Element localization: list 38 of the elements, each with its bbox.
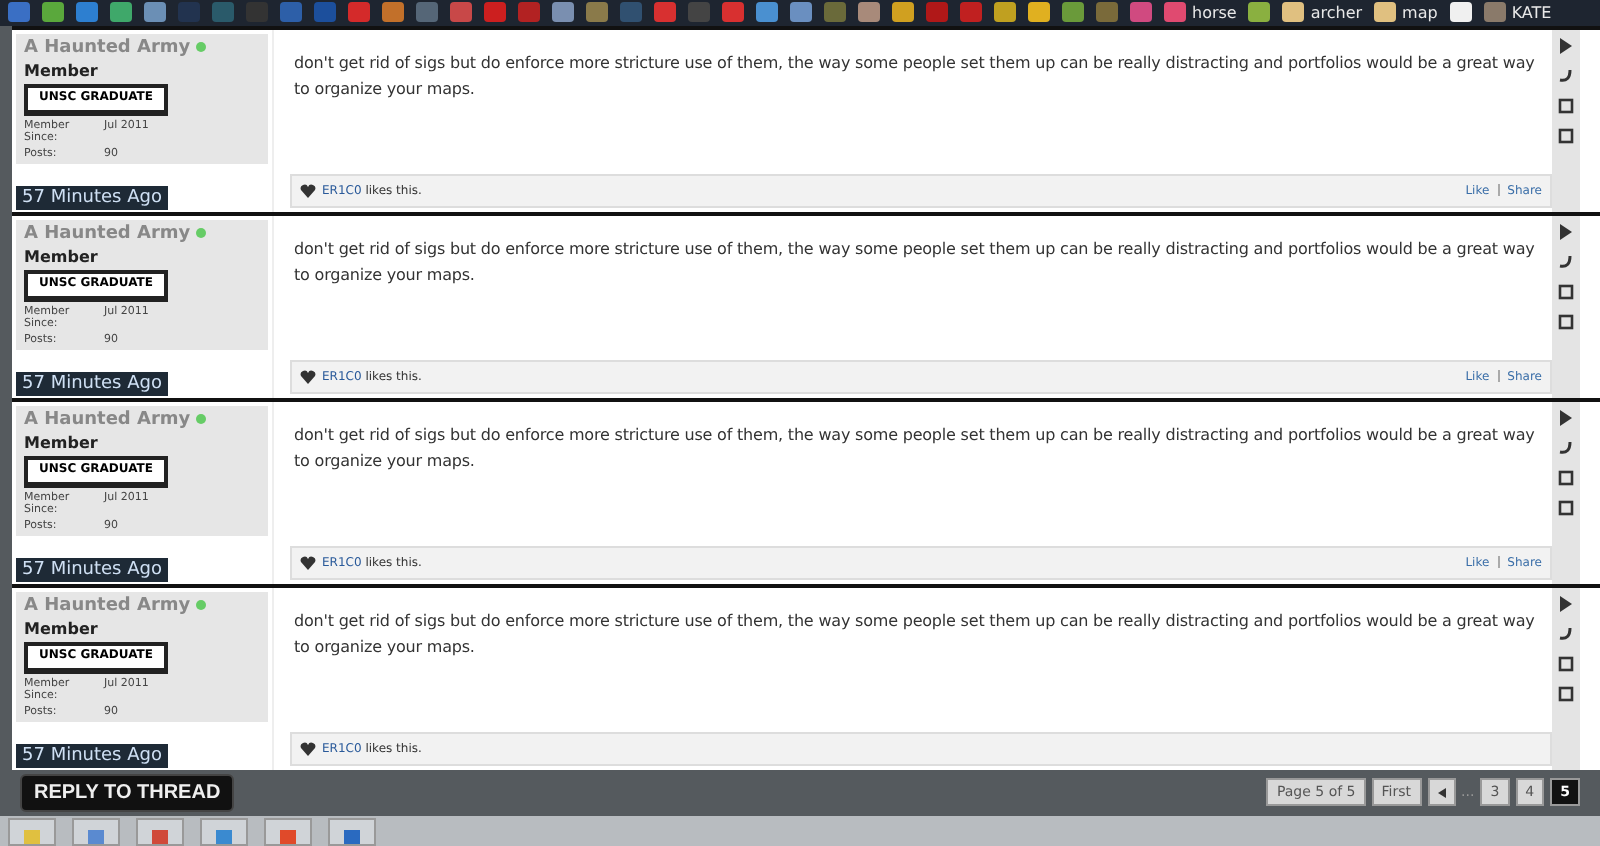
post-text: don't get rid of sigs but do enforce more stricture use of them, the way some people set them up can be really distracting and portfolios would be a great way to organize your maps. [294,237,1537,288]
taskbar-button[interactable] [200,818,248,846]
bookmark-link[interactable]: horse [1192,3,1237,22]
bookmark-link[interactable]: KATE [1511,3,1552,22]
post-time: 57 Minutes Ago [16,743,168,768]
heart-icon [300,369,316,384]
post-time: 57 Minutes Ago [16,185,168,210]
bookmark-icon[interactable] [1449,2,1472,23]
back-icon [1437,787,1445,798]
taskbar-button[interactable] [264,818,312,846]
bookmark-icon[interactable] [994,2,1016,23]
post-text: don't get rid of sigs but do enforce more stricture use of them, the way some people set them up can be really distracting and portfolios would be a great way to organize your maps. [294,51,1537,102]
username[interactable]: A Haunted Army [24,409,191,430]
previous-page-button[interactable] [1427,778,1455,807]
post-time: 57 Minutes Ago [16,371,168,396]
heart-icon [300,555,316,570]
username[interactable]: A Haunted Army [24,223,191,244]
bookmark-link[interactable]: map [1402,3,1438,22]
taskbar-button[interactable] [328,818,376,846]
bookmark-icon[interactable] [1282,2,1305,23]
heart-icon [300,183,316,198]
post-text: don't get rid of sigs but do enforce more stricture use of them, the way some people set them up can be really distracting and portfolios would be a great way to organize your maps. [294,609,1537,660]
post-text: don't get rid of sigs but do enforce more stricture use of them, the way some people set them up can be really distracting and portfolios would be a great way to organize your maps. [294,423,1537,474]
user-rank: Member [24,247,100,266]
bookmark-icon[interactable] [1028,2,1050,23]
user-rank: Member [24,433,100,452]
bookmark-icon[interactable] [892,2,914,23]
reply-button[interactable]: REPLY TO THREAD [20,773,235,812]
username[interactable]: A Haunted Army [24,37,191,58]
taskbar-button[interactable] [136,818,184,846]
user-rank: Member [24,619,100,638]
heart-icon [300,741,316,756]
bookmark-icon[interactable] [1248,2,1271,23]
bookmark-icon[interactable] [1374,2,1397,23]
bookmark-link[interactable]: archer [1310,3,1363,22]
post-time: 57 Minutes Ago [16,557,168,582]
username[interactable]: A Haunted Army [24,595,191,616]
user-rank: Member [24,61,100,80]
